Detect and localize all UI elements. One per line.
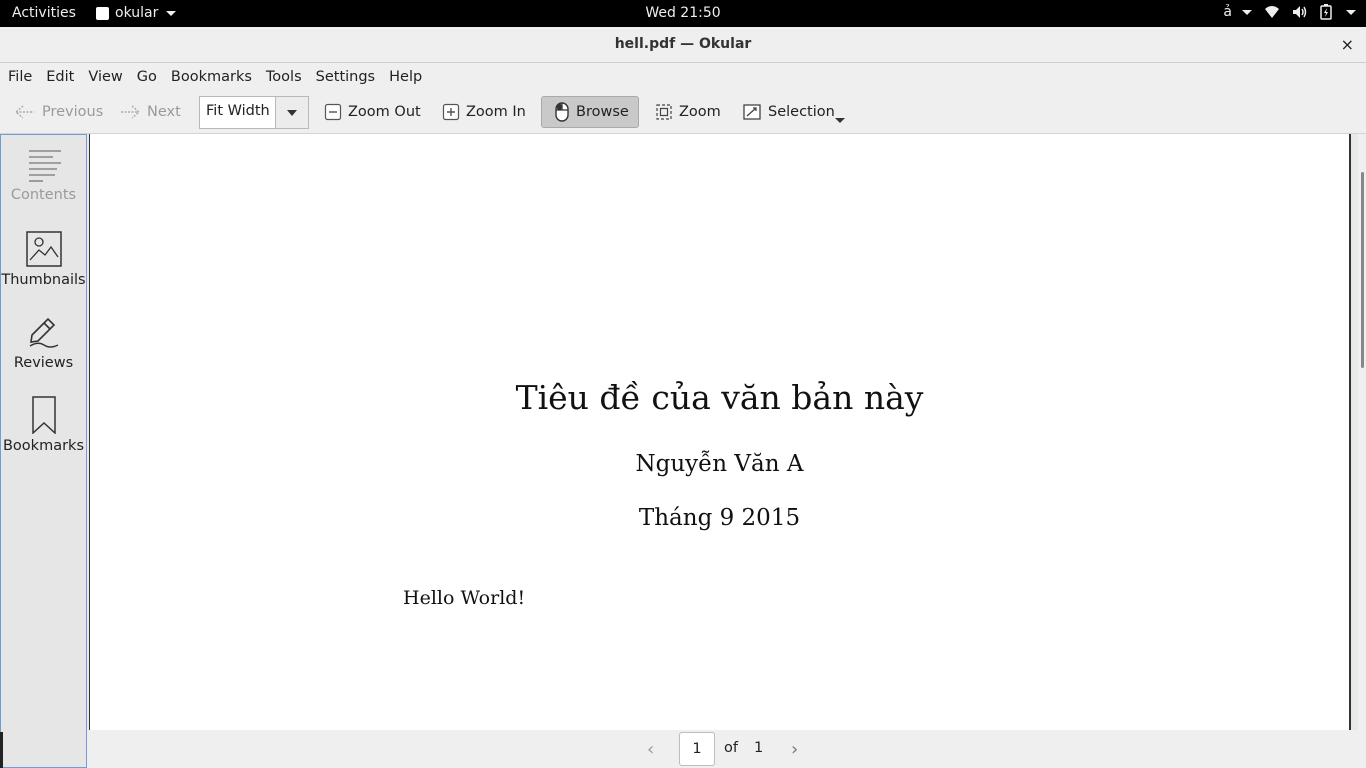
window-title: hell.pdf — Okular bbox=[614, 36, 752, 52]
close-window-button[interactable]: × bbox=[1341, 35, 1354, 54]
scrollbar-thumb[interactable] bbox=[1361, 172, 1364, 368]
total-pages: 1 bbox=[754, 740, 764, 756]
document-author: Nguyễn Văn A bbox=[635, 451, 804, 477]
zoom-in-icon bbox=[442, 103, 460, 121]
selection-label: Selection bbox=[768, 104, 835, 120]
page-of-label: of bbox=[724, 740, 738, 756]
sidebar-item-contents[interactable]: Contents bbox=[1, 147, 86, 203]
chevron-down-icon bbox=[287, 109, 297, 116]
main-toolbar: Previous Next Fit Width Zoom Out Zoom In… bbox=[0, 91, 1366, 134]
selection-tool-button[interactable]: Selection bbox=[736, 96, 841, 128]
previous-page-chevron-left-icon[interactable]: ‹ bbox=[647, 739, 654, 760]
menu-edit[interactable]: Edit bbox=[46, 69, 81, 85]
menu-bookmarks[interactable]: Bookmarks bbox=[171, 69, 259, 85]
vertical-scrollbar[interactable] bbox=[1358, 134, 1366, 730]
menu-file[interactable]: File bbox=[8, 69, 39, 85]
pen-review-icon bbox=[29, 317, 58, 348]
image-thumbnail-icon bbox=[25, 231, 62, 267]
document-date: Tháng 9 2015 bbox=[638, 505, 801, 531]
arrow-right-icon bbox=[121, 105, 141, 119]
menu-bar: File Edit View Go Bookmarks Tools Settin… bbox=[0, 63, 1366, 91]
document-body-text: Hello World! bbox=[403, 587, 526, 609]
page-number-input[interactable]: 1 bbox=[679, 732, 715, 766]
menu-go[interactable]: Go bbox=[137, 69, 164, 85]
zoom-select-value: Fit Width bbox=[206, 103, 270, 119]
zoom-tool-button[interactable]: Zoom bbox=[649, 96, 727, 128]
document-view[interactable]: Tiêu đề của văn bản này Nguyễn Văn A Thá… bbox=[87, 134, 1366, 730]
browse-label: Browse bbox=[576, 104, 629, 120]
zoom-tool-label: Zoom bbox=[679, 104, 721, 120]
contents-list-icon bbox=[28, 150, 61, 182]
zoom-out-button[interactable]: Zoom Out bbox=[318, 96, 427, 128]
zoom-select[interactable]: Fit Width bbox=[199, 96, 309, 129]
sidebar-item-label: Thumbnails bbox=[1, 272, 86, 288]
wifi-icon bbox=[1265, 6, 1279, 18]
document-title: Tiêu đề của văn bản này bbox=[515, 378, 924, 417]
sidebar-item-thumbnails[interactable]: Thumbnails bbox=[1, 230, 86, 288]
previous-page-button[interactable]: Previous bbox=[8, 96, 109, 128]
volume-icon bbox=[1293, 6, 1307, 18]
zoom-select-dropdown-button[interactable] bbox=[275, 97, 308, 128]
previous-label: Previous bbox=[42, 104, 104, 120]
sidebar-item-reviews[interactable]: Reviews bbox=[1, 313, 86, 371]
bookmark-icon bbox=[31, 396, 56, 434]
mouse-icon bbox=[555, 102, 569, 122]
zoom-in-button[interactable]: Zoom In bbox=[436, 96, 532, 128]
dock-edge bbox=[0, 732, 3, 768]
menu-help[interactable]: Help bbox=[389, 69, 429, 85]
next-page-button[interactable]: Next bbox=[113, 96, 187, 128]
input-method-chevron-down-icon bbox=[1242, 9, 1252, 15]
sidebar-item-bookmarks[interactable]: Bookmarks bbox=[1, 396, 86, 454]
menu-view[interactable]: View bbox=[88, 69, 129, 85]
menu-tools[interactable]: Tools bbox=[266, 69, 309, 85]
page-navigation-bar: ‹ 1 of 1 › bbox=[87, 730, 1366, 768]
zoom-area-icon bbox=[656, 104, 672, 120]
selection-icon bbox=[743, 104, 761, 120]
gnome-top-bar: Activities okular Wed 21:50 ả bbox=[0, 0, 1366, 27]
zoom-in-label: Zoom In bbox=[466, 104, 526, 120]
system-status-area[interactable]: ả bbox=[1223, 4, 1356, 20]
window-title-bar: hell.pdf — Okular × bbox=[0, 27, 1366, 63]
sidebar-item-label: Reviews bbox=[13, 355, 74, 371]
input-method-indicator[interactable]: ả bbox=[1223, 4, 1252, 20]
zoom-out-icon bbox=[324, 103, 342, 121]
battery-icon bbox=[1320, 4, 1332, 20]
next-page-chevron-right-icon[interactable]: › bbox=[791, 739, 798, 760]
sidebar-item-label: Bookmarks bbox=[2, 438, 84, 454]
next-label: Next bbox=[147, 104, 181, 120]
menu-settings[interactable]: Settings bbox=[316, 69, 382, 85]
zoom-out-label: Zoom Out bbox=[348, 104, 421, 120]
clock[interactable]: Wed 21:50 bbox=[0, 5, 1366, 21]
arrow-left-icon bbox=[14, 105, 34, 119]
pdf-page[interactable]: Tiêu đề của văn bản này Nguyễn Văn A Thá… bbox=[89, 134, 1351, 730]
sidebar: Contents Thumbnails Reviews Bookmarks bbox=[0, 134, 87, 768]
system-menu-chevron-down-icon bbox=[1346, 9, 1356, 15]
toolbar-overflow-chevron-down-icon[interactable] bbox=[835, 118, 845, 123]
sidebar-item-label: Contents bbox=[10, 187, 77, 203]
browse-tool-button[interactable]: Browse bbox=[541, 96, 639, 128]
